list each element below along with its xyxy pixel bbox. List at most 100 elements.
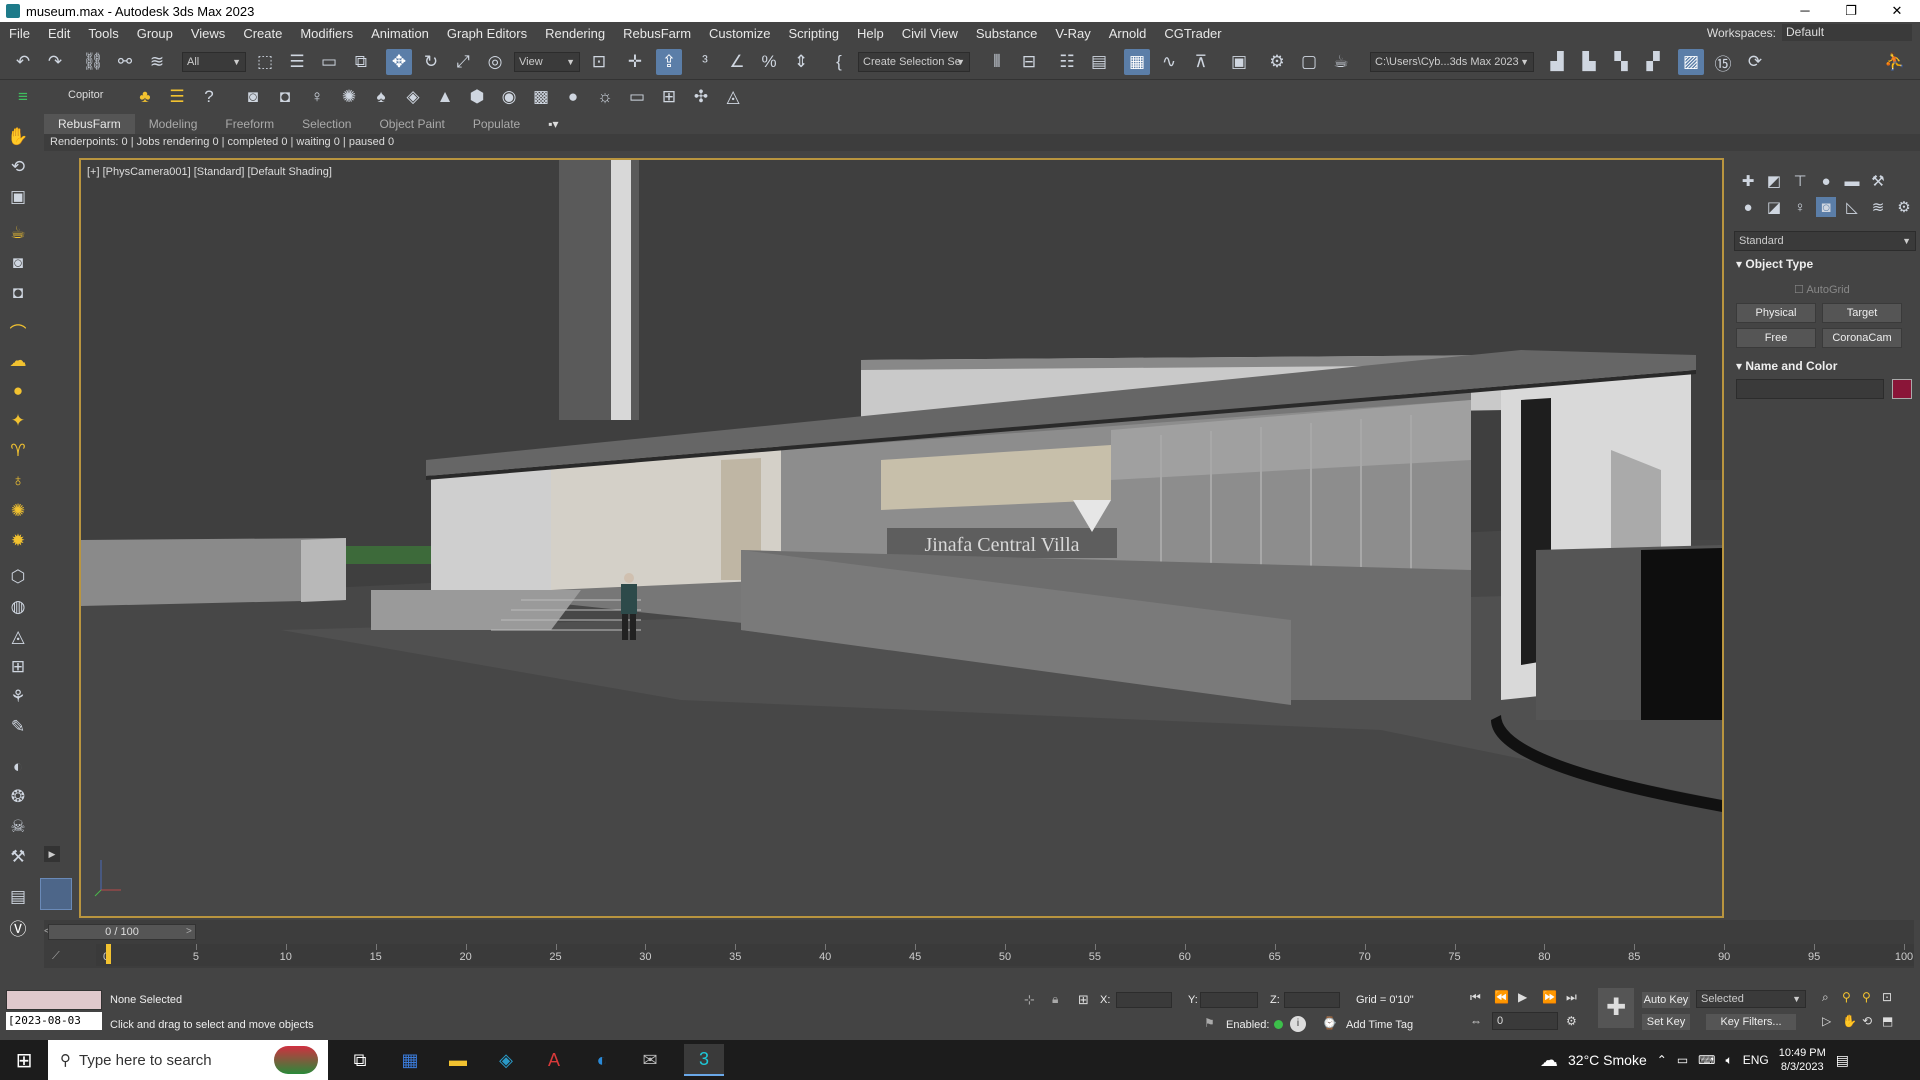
spacewarps-icon[interactable]: ≋ [1868, 197, 1888, 217]
set-key-button[interactable]: Set Key [1642, 1014, 1690, 1030]
vray-frame-buffer-icon[interactable]: ▭ [624, 84, 650, 110]
help-icon[interactable]: ? [196, 84, 222, 110]
vray-fur-icon[interactable]: ♠ [368, 84, 394, 110]
scatter-icon[interactable]: ⊞ [5, 654, 31, 680]
zoom-extents-icon[interactable]: ⚲ [1862, 990, 1871, 1004]
tab-selection[interactable]: Selection [288, 117, 365, 131]
pyramid-icon[interactable]: ◬ [5, 624, 31, 650]
vray-decal-icon[interactable]: ⬢ [464, 84, 490, 110]
camera-icon[interactable]: ◙ [5, 250, 31, 276]
menu-civil-view[interactable]: Civil View [893, 26, 967, 41]
menu-edit[interactable]: Edit [39, 26, 79, 41]
vray-sun-icon[interactable]: ✺ [336, 84, 362, 110]
layer-explorer-icon[interactable]: ▤ [1086, 49, 1112, 75]
goto-end-icon[interactable]: ⏭ [1566, 990, 1577, 1005]
create-tab-icon[interactable]: ✚ [1738, 171, 1758, 191]
z-coordinate-field[interactable] [1284, 992, 1340, 1008]
menu-rendering[interactable]: Rendering [536, 26, 614, 41]
key-mode-icon[interactable]: ⇔ [1470, 1014, 1482, 1028]
project-settings-icon[interactable]: ▚ [1608, 49, 1634, 75]
ribbon-toggle-icon[interactable]: ▦ [1124, 49, 1150, 75]
vray-sphere-icon[interactable]: ◉ [496, 84, 522, 110]
selection-filter-dropdown[interactable]: All ▼ [182, 52, 246, 72]
autocad-app-icon[interactable]: A [534, 1044, 574, 1076]
menu-views[interactable]: Views [182, 26, 234, 41]
pivot-center-icon[interactable]: ⊡ [586, 49, 612, 75]
tab-object-paint[interactable]: Object Paint [365, 117, 458, 131]
viewport-layout-thumb[interactable] [40, 878, 72, 910]
copitor-label[interactable]: Copitor [68, 89, 103, 101]
time-configuration-icon[interactable]: ⚙ [1566, 1014, 1577, 1028]
tab-rebusfarm[interactable]: RebusFarm [44, 114, 135, 134]
next-key-icon[interactable]: ⏩ [1542, 990, 1557, 1004]
free-camera-button[interactable]: Free [1736, 328, 1816, 348]
display-tab-icon[interactable]: ▬ [1842, 171, 1862, 191]
schematic-view-icon[interactable]: ⊼ [1188, 49, 1214, 75]
teapot-icon[interactable]: ☕ [5, 220, 31, 246]
windows-start-icon[interactable]: ⊞ [4, 1044, 44, 1076]
render-icon[interactable]: ◘ [5, 280, 31, 306]
ribbon-options-icon[interactable]: ▪▾ [534, 117, 572, 131]
box-icon[interactable]: ▣ [5, 184, 31, 210]
select-and-rotate-icon[interactable]: ↻ [418, 49, 444, 75]
redo-icon[interactable]: ↷ [42, 49, 68, 75]
percent-snap-icon[interactable]: % [756, 49, 782, 75]
sketchup-app-icon[interactable]: ◈ [486, 1044, 526, 1076]
render-production-icon[interactable]: ☕ [1328, 49, 1354, 75]
light-icon[interactable]: ⌒ [5, 318, 31, 344]
rollout-name-and-color[interactable]: ▾ Name and Color [1736, 359, 1916, 375]
menu-animation[interactable]: Animation [362, 26, 438, 41]
workspaces-dropdown[interactable]: Default [1782, 24, 1912, 41]
utilities-tab-icon[interactable]: ⚒ [1868, 171, 1888, 191]
vray-logo-icon[interactable]: Ⓥ [5, 914, 31, 940]
link-icon[interactable]: ⛓ [80, 49, 106, 75]
mirror-icon[interactable]: ⫴ [984, 49, 1010, 75]
next-frame-arrow-icon[interactable]: > [186, 926, 192, 937]
sky-icon[interactable]: ✹ [5, 528, 31, 554]
rendered-frame-window-icon[interactable]: ▢ [1296, 49, 1322, 75]
sun-icon[interactable]: ✺ [5, 498, 31, 524]
set-key-big-icon[interactable]: ✚ [1598, 988, 1634, 1028]
clock[interactable]: 10:49 PM 8/3/2023 [1779, 1046, 1826, 1074]
target-camera-button[interactable]: Target [1822, 303, 1902, 323]
minimize-button[interactable]: ─ [1782, 0, 1828, 22]
select-manipulate-icon[interactable]: ✛ [622, 49, 648, 75]
project-path-dropdown[interactable]: C:\Users\Cyb...3ds Max 2023 ▼ [1370, 52, 1534, 72]
category-dropdown[interactable]: Standard ▼ [1734, 231, 1916, 251]
menu-tools[interactable]: Tools [79, 26, 127, 41]
helpers-icon[interactable]: ◺ [1842, 197, 1862, 217]
list-icon[interactable]: ☰ [164, 84, 190, 110]
display-icon[interactable]: ▭ [1677, 1053, 1688, 1067]
vray-physical-camera-icon[interactable]: ◘ [272, 84, 298, 110]
select-and-scale-icon[interactable]: ⤢ [450, 49, 476, 75]
coronacam-button[interactable]: CoronaCam [1822, 328, 1902, 348]
fov-icon[interactable]: ▷ [1822, 1014, 1831, 1028]
timeline-ruler[interactable]: 0510152025303540455055606570758085909510… [96, 944, 1914, 966]
tab-freeform[interactable]: Freeform [211, 117, 288, 131]
maximize-viewport-icon[interactable]: ⬒ [1882, 1014, 1893, 1028]
reference-coordinate-dropdown[interactable]: View ▼ [514, 52, 580, 72]
pan-view-icon[interactable]: ✋ [1842, 1014, 1857, 1028]
x-coordinate-field[interactable] [1116, 992, 1172, 1008]
auto-key-button[interactable]: Auto Key [1642, 992, 1690, 1008]
zoom-all-icon[interactable]: ⚲ [1842, 990, 1851, 1004]
expand-arrow-icon[interactable]: ▶ [44, 846, 60, 862]
cameras-icon[interactable]: ◙ [1816, 197, 1836, 217]
grass-icon[interactable]: ⚘ [5, 684, 31, 710]
geosphere-icon[interactable]: ✦ [5, 408, 31, 434]
mail-app-icon[interactable]: ✉ [630, 1044, 670, 1076]
calculator-app-icon[interactable]: ▦ [390, 1044, 430, 1076]
tool-icon[interactable]: ⚒ [5, 844, 31, 870]
y-coordinate-field[interactable] [1200, 992, 1258, 1008]
material-ball-icon[interactable]: ❂ [5, 784, 31, 810]
shapes-icon[interactable]: ◪ [1764, 197, 1784, 217]
menu-substance[interactable]: Substance [967, 26, 1046, 41]
object-name-input[interactable] [1736, 379, 1884, 399]
sphere-icon[interactable]: ● [5, 378, 31, 404]
time-tag-icon[interactable]: ⌚ [1322, 1016, 1337, 1030]
absolute-mode-icon[interactable]: ⊞ [1078, 992, 1089, 1008]
menu-customize[interactable]: Customize [700, 26, 779, 41]
object-color-swatch[interactable] [1892, 379, 1912, 399]
undo-icon[interactable]: ↶ [10, 49, 36, 75]
vray-render-icon[interactable]: ⊞ [656, 84, 682, 110]
